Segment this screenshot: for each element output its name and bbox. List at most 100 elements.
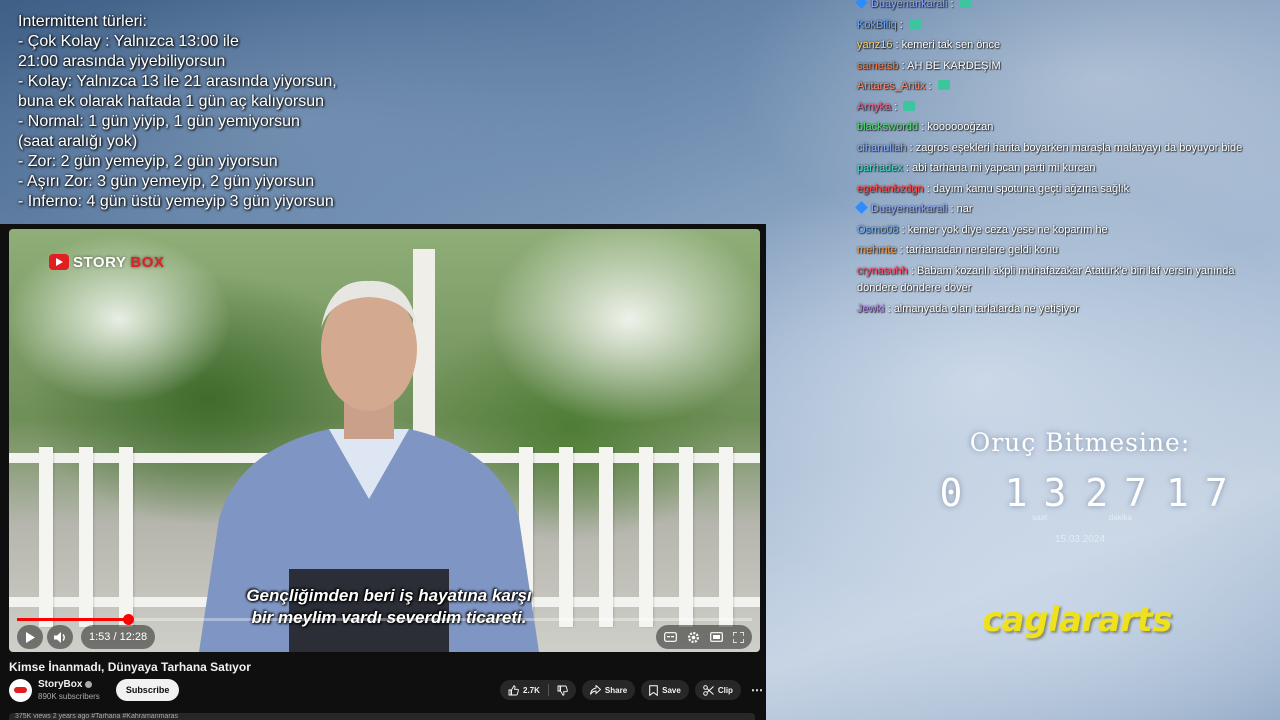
chat-text: dayım kamu spotuna geçti ağzına sağlık — [932, 182, 1130, 195]
miniplayer-icon[interactable] — [710, 632, 723, 642]
thumbs-down-icon[interactable] — [557, 685, 568, 696]
subtitle-line: Gençliğimden beri iş hayatına karşı — [246, 586, 532, 605]
save-icon — [649, 684, 658, 696]
chat-username[interactable]: Antares_Antix — [857, 80, 925, 92]
volume-button[interactable] — [47, 625, 73, 649]
chat-username[interactable]: yanz16 — [857, 39, 892, 51]
countdown-group: 13 saat — [1005, 471, 1075, 522]
scissors-icon — [703, 684, 714, 696]
chat-message: Jewki : almanyada olan tarlalarda ne yet… — [857, 299, 1277, 320]
time-total: 12:28 — [119, 631, 148, 643]
seek-handle[interactable] — [122, 614, 134, 625]
chat-message: KokBiliq : — [857, 15, 1277, 36]
notes-line: - Inferno: 4 gün üstü yemeyip 3 gün yiyo… — [18, 193, 334, 210]
live-chat-overlay: Duayenankarali : KokBiliq : yanz16 : kem… — [855, 0, 1277, 320]
chat-separator: : — [947, 203, 957, 215]
chat-username[interactable]: Osmo08 — [857, 224, 899, 236]
chat-emote-icon — [937, 80, 950, 90]
chat-message: mehmte : tarhanadan nerelere geldi konu — [857, 240, 1277, 261]
chat-separator: : — [896, 244, 906, 256]
chat-message: Duayenankarali : — [855, 0, 1277, 15]
fence-post — [719, 447, 733, 627]
share-button[interactable]: Share — [581, 680, 636, 700]
right-controls — [656, 625, 752, 649]
chat-separator: : — [896, 18, 906, 31]
channel-avatar[interactable] — [9, 678, 32, 702]
storybox-logo: STORY BOX — [49, 251, 164, 273]
chat-username[interactable]: Duayenankarali — [871, 203, 947, 215]
chat-username[interactable]: cihanullah — [857, 142, 907, 154]
chat-text: kemer yok diye ceza yese ne koparım he — [907, 223, 1108, 236]
fullscreen-icon[interactable] — [733, 631, 744, 643]
chat-username[interactable]: egehanbzdgn — [857, 183, 924, 195]
chat-separator: : — [898, 223, 908, 236]
chat-emote-icon — [959, 0, 972, 8]
channel-name[interactable]: StoryBox — [38, 679, 100, 690]
more-actions-button[interactable]: ⋯ — [747, 680, 767, 700]
youtube-player-panel: STORY BOX Gençliğimden beri iş hayatına k… — [0, 224, 766, 720]
play-button[interactable] — [17, 625, 43, 649]
chat-text: zagros eşekleri harita boyarken maraşla … — [915, 141, 1243, 154]
time-separator: / — [110, 631, 120, 643]
chat-message: Arnyka : — [857, 97, 1277, 118]
fence-post — [639, 447, 653, 627]
seek-bar[interactable] — [17, 614, 752, 625]
chat-text: almanyada olan tarlalarda ne yetişiyor — [893, 302, 1079, 315]
save-button[interactable]: Save — [641, 680, 689, 700]
seek-bar-played — [17, 618, 128, 621]
subscribe-button[interactable]: Subscribe — [115, 679, 180, 701]
chat-username[interactable]: blackswordd — [857, 121, 918, 133]
chat-username[interactable]: mehmte — [857, 244, 897, 256]
watermark-signature: caglararts — [982, 600, 1173, 640]
share-label: Share — [604, 685, 628, 695]
countdown-group: 0 — [924, 471, 994, 522]
chat-username[interactable]: Jewki — [857, 303, 885, 315]
countdown-group: 27 dakika — [1085, 471, 1155, 522]
video-frame[interactable]: STORY BOX Gençliğimden beri iş hayatına k… — [9, 229, 760, 652]
save-label: Save — [662, 685, 681, 695]
chat-separator: : — [907, 264, 917, 277]
fasting-notes-overlay: Intermittent türleri: - Çok Kolay : Yaln… — [18, 12, 418, 212]
avatar-logo-mark — [14, 687, 27, 693]
storybox-play-icon — [49, 254, 69, 270]
chat-text: kooooooğzan — [927, 121, 994, 133]
chat-message: blackswordd : kooooooğzan — [857, 117, 1277, 138]
chat-message: parhadex : abi tarhana mi yapcan parti m… — [857, 158, 1277, 179]
countdown-group: 17 — [1166, 471, 1236, 522]
chat-message: Osmo08 : kemer yok diye ceza yese ne kop… — [857, 220, 1277, 241]
fence-post — [679, 447, 693, 627]
notes-line: 21:00 arasında yiyebiliyorsun — [18, 53, 226, 70]
countdown-value: 17 — [1165, 471, 1244, 515]
notes-line: - Zor: 2 gün yemeyip, 2 gün yiyorsun — [18, 153, 278, 170]
channel-row: StoryBox 890K subscribers Subscribe — [9, 678, 180, 702]
video-subtitle: Gençliğimden beri iş hayatına karşı bir … — [159, 585, 619, 629]
like-count[interactable]: 2.7K — [523, 686, 540, 695]
time-current: 1:53 — [89, 631, 111, 643]
chat-username[interactable]: Duayenankarali — [871, 0, 947, 10]
chat-message: crynasuhh : Babam kozanlı akpli muhafaza… — [857, 261, 1277, 299]
chat-separator: : — [923, 182, 933, 195]
chat-username[interactable]: crynasuhh — [857, 265, 908, 277]
verified-icon — [85, 681, 93, 688]
description-box[interactable]: 375K views 2 years ago #Tarhana #Kahrama… — [9, 713, 755, 720]
notes-line: - Çok Kolay : Yalnızca 13:00 ile — [18, 33, 239, 50]
countdown-value: 13 — [1004, 471, 1083, 515]
chat-separator: : — [906, 141, 916, 154]
thumbs-up-icon[interactable] — [508, 684, 519, 696]
chat-username[interactable]: Arnyka — [857, 101, 891, 113]
captions-icon[interactable] — [664, 632, 677, 642]
channel-info: StoryBox 890K subscribers — [38, 679, 100, 701]
clip-button[interactable]: Clip — [694, 680, 741, 700]
chat-separator: : — [925, 80, 935, 92]
time-readout: 1:53 / 12:28 — [89, 631, 147, 643]
countdown-date: 15.03.2024 — [1054, 534, 1106, 545]
chat-username[interactable]: sametsb — [857, 60, 899, 72]
chat-username[interactable]: parhadex — [857, 162, 903, 174]
chat-username[interactable]: KokBiliq — [857, 19, 897, 31]
gear-icon[interactable] — [687, 631, 700, 644]
chat-separator: : — [884, 302, 894, 315]
channel-name-text[interactable]: StoryBox — [38, 679, 82, 690]
logo-text: STORY — [73, 253, 127, 271]
chat-emote-icon — [908, 18, 921, 29]
chat-separator: : — [918, 121, 928, 133]
